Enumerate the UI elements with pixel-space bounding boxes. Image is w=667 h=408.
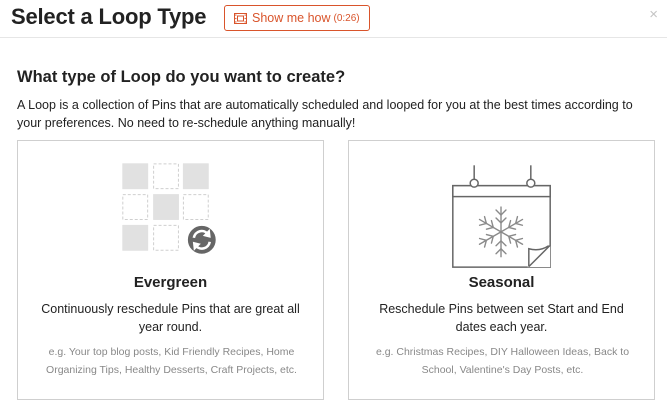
calendar-snowflake-icon <box>452 165 551 268</box>
repeat-grid-icon <box>122 163 218 256</box>
video-duration: (0:26) <box>333 12 360 24</box>
show-me-how-button[interactable]: Show me how (0:26) <box>224 5 370 31</box>
seasonal-title: Seasonal <box>468 274 535 291</box>
seasonal-loop-card[interactable]: Seasonal Reschedule Pins between set Sta… <box>348 140 655 400</box>
evergreen-description: Continuously reschedule Pins that are gr… <box>41 302 300 334</box>
evergreen-examples: e.g. Your top blog posts, Kid Friendly R… <box>46 346 297 376</box>
evergreen-title: Evergreen <box>133 274 208 291</box>
seasonal-description: Reschedule Pins between set Start and En… <box>379 302 624 334</box>
evergreen-loop-card[interactable]: Evergreen Continuously reschedule Pins t… <box>17 140 324 400</box>
film-icon <box>234 12 247 24</box>
modal-header: Select a Loop Type Show me how (0:26) × <box>0 0 667 38</box>
seasonal-examples: e.g. Christmas Recipes, DIY Halloween Id… <box>375 346 630 376</box>
loop-intro-text: A Loop is a collection of Pins that are … <box>17 98 633 130</box>
close-icon[interactable]: × <box>649 7 658 22</box>
modal-title: Select a Loop Type <box>11 4 207 29</box>
loop-type-question: What type of Loop do you want to create? <box>17 68 346 86</box>
show-me-how-label: Show me how <box>252 11 331 25</box>
